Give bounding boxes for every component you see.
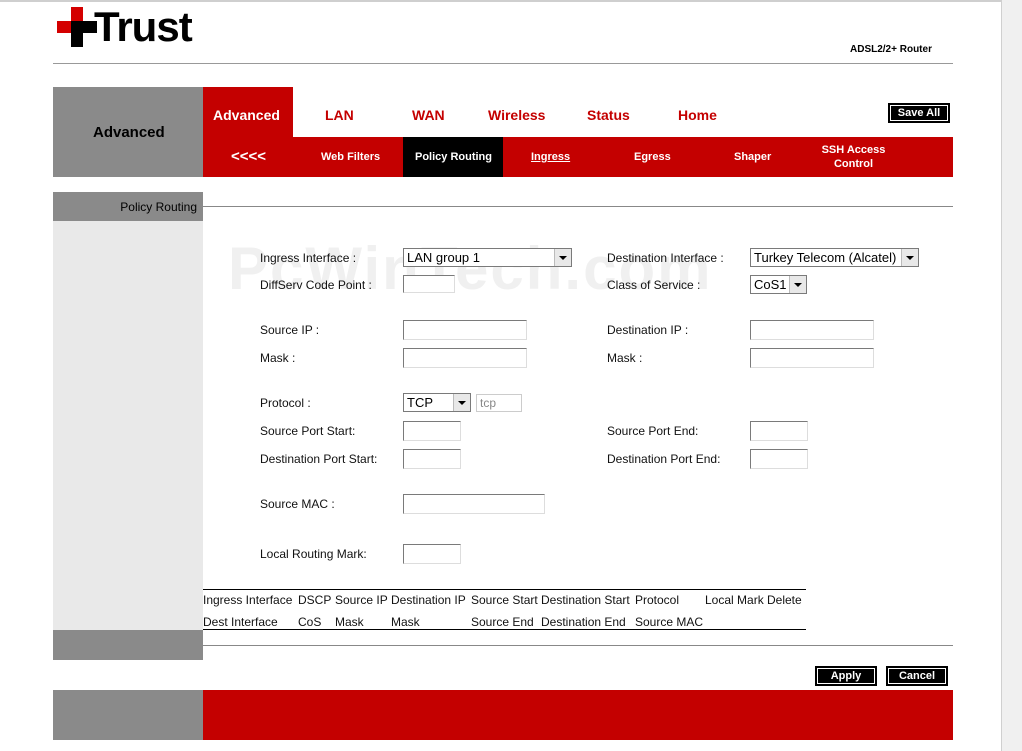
protocol-value: TCP	[407, 395, 433, 410]
table-header-dest-interface: Dest Interface	[203, 615, 278, 629]
class-of-service-value: CoS1	[754, 277, 787, 292]
section-panel: Advanced	[53, 87, 203, 177]
brand-name: Trust	[94, 3, 193, 50]
source-ip-input[interactable]	[403, 320, 527, 340]
ingress-interface-select[interactable]: LAN group 1	[403, 248, 572, 267]
header-divider	[53, 63, 953, 64]
protocol-select[interactable]: TCP	[403, 393, 471, 412]
tab-status[interactable]: Status	[587, 107, 630, 123]
destination-interface-select[interactable]: Turkey Telecom (Alcatel)	[750, 248, 919, 267]
content-bottom-divider	[203, 645, 953, 646]
table-header-destination-mask: Mask	[391, 615, 420, 629]
section-title: Advanced	[93, 124, 165, 141]
footer-bar	[203, 690, 953, 740]
watermark-text: PcWinTech.com	[228, 235, 713, 302]
side-title: Policy Routing	[120, 200, 197, 214]
subnav-policy-routing[interactable]: Policy Routing	[415, 151, 492, 163]
chevron-down-icon	[789, 276, 806, 293]
dest-port-start-label: Destination Port Start:	[260, 452, 378, 466]
tab-advanced[interactable]: Advanced	[203, 87, 293, 137]
chevron-down-icon	[453, 394, 470, 411]
tab-label: Advanced	[213, 107, 280, 123]
source-mac-input[interactable]	[403, 494, 545, 514]
destination-mask-input[interactable]	[750, 348, 874, 368]
dest-port-start-input[interactable]	[403, 449, 461, 469]
protocol-label: Protocol :	[260, 396, 311, 410]
window-top-border	[0, 0, 1022, 2]
protocol-text-input[interactable]: tcp	[476, 394, 522, 412]
destination-ip-label: Destination IP :	[607, 323, 689, 337]
subnav-web-filters[interactable]: Web Filters	[321, 151, 380, 163]
source-mac-label: Source MAC :	[260, 497, 335, 511]
table-top-rule	[203, 589, 806, 590]
save-all-button[interactable]: Save All	[888, 103, 950, 123]
tab-wireless[interactable]: Wireless	[488, 107, 545, 123]
subnav-ssh-line2: Control	[833, 158, 874, 170]
dest-port-end-input[interactable]	[750, 449, 808, 469]
table-header-source-end: Source End	[471, 615, 534, 629]
class-of-service-label: Class of Service :	[607, 278, 701, 292]
tab-home[interactable]: Home	[678, 107, 717, 123]
side-header: Policy Routing	[53, 192, 203, 221]
sub-navigation: <<<< Web Filters Policy Routing Ingress …	[203, 137, 953, 177]
dest-port-end-label: Destination Port End:	[607, 452, 721, 466]
table-header-destination-end: Destination End	[541, 615, 626, 629]
table-header-source-mask: Mask	[335, 615, 364, 629]
trust-logo-icon	[57, 7, 97, 47]
local-routing-mark-input[interactable]	[403, 544, 461, 564]
source-mask-input[interactable]	[403, 348, 527, 368]
table-bottom-rule	[203, 629, 806, 630]
table-header-dscp: DSCP	[298, 593, 332, 607]
destination-interface-label: Destination Interface :	[607, 251, 724, 265]
product-name: ADSL2/2+ Router	[850, 44, 932, 55]
side-footer	[53, 630, 203, 660]
subnav-ingress[interactable]: Ingress	[531, 151, 570, 163]
chevron-down-icon	[901, 249, 918, 266]
table-header-ingress-interface: Ingress Interface	[203, 593, 293, 607]
cancel-button[interactable]: Cancel	[886, 666, 948, 686]
source-ip-label: Source IP :	[260, 323, 320, 337]
subnav-back-link[interactable]: <<<<	[231, 148, 266, 165]
chevron-down-icon	[554, 249, 571, 266]
tab-lan[interactable]: LAN	[325, 107, 354, 123]
class-of-service-select[interactable]: CoS1	[750, 275, 807, 294]
destination-ip-input[interactable]	[750, 320, 874, 340]
side-column	[53, 221, 203, 630]
source-mask-label: Mask :	[260, 351, 296, 365]
diffserv-input[interactable]	[403, 275, 455, 293]
content-top-divider	[203, 206, 953, 207]
source-port-end-label: Source Port End:	[607, 424, 699, 438]
table-header-source-mac: Source MAC	[635, 615, 704, 629]
table-header-local-mark: Local Mark	[705, 593, 764, 607]
subnav-shaper[interactable]: Shaper	[734, 151, 771, 163]
subnav-ssh-access-control[interactable]: SSH Access Control	[803, 143, 904, 171]
apply-button[interactable]: Apply	[815, 666, 877, 686]
footer-left-panel	[53, 690, 203, 740]
ingress-interface-value: LAN group 1	[407, 250, 480, 265]
table-header-protocol: Protocol	[635, 593, 680, 607]
destination-interface-value: Turkey Telecom (Alcatel)	[754, 250, 897, 265]
source-port-start-input[interactable]	[403, 421, 461, 441]
table-header-destination-start: Destination Start	[541, 593, 630, 607]
source-port-start-label: Source Port Start:	[260, 424, 356, 438]
source-port-end-input[interactable]	[750, 421, 808, 441]
subnav-ssh-line1: SSH Access	[821, 144, 886, 156]
local-routing-mark-label: Local Routing Mark:	[260, 547, 367, 561]
table-header-source-ip: Source IP	[335, 593, 388, 607]
window-scrollbar[interactable]	[1001, 0, 1022, 751]
table-header-delete: Delete	[767, 593, 802, 607]
subnav-egress[interactable]: Egress	[634, 151, 671, 163]
table-header-cos: CoS	[298, 615, 322, 629]
tab-wan[interactable]: WAN	[412, 107, 445, 123]
diffserv-label: DiffServ Code Point :	[260, 278, 372, 292]
destination-mask-label: Mask :	[607, 351, 643, 365]
ingress-interface-label: Ingress Interface :	[260, 251, 357, 265]
table-header-source-start: Source Start	[471, 593, 538, 607]
table-header-destination-ip: Destination IP	[391, 593, 466, 607]
